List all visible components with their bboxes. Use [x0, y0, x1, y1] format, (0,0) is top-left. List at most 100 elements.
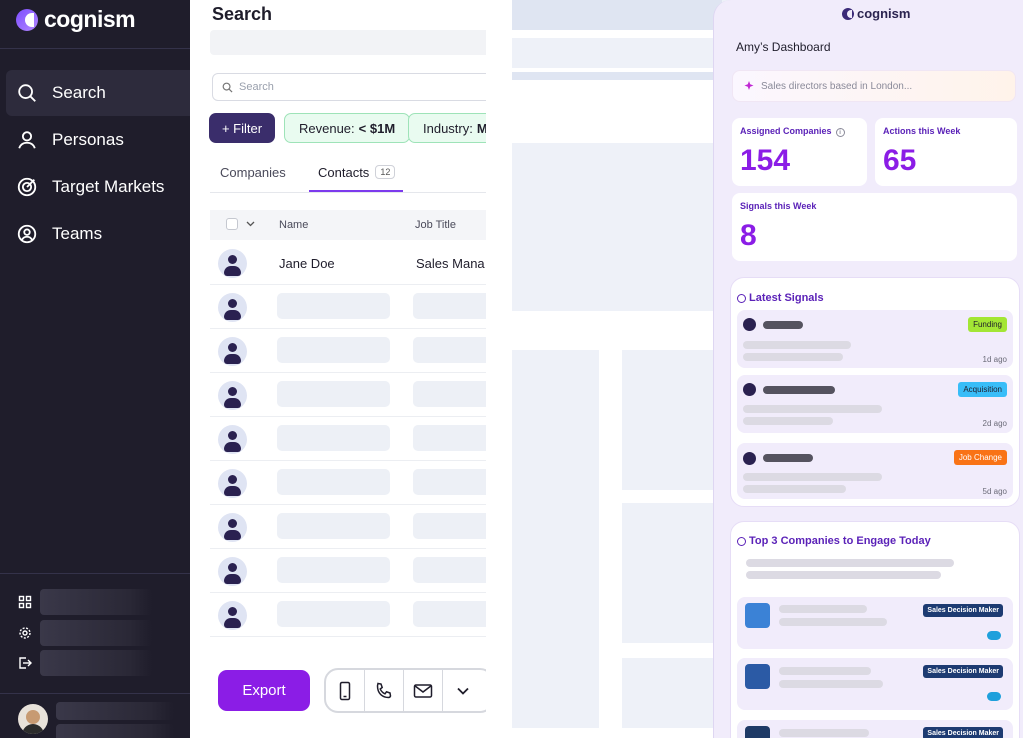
placeholder-bar: [743, 353, 843, 361]
placeholder-bar: [277, 337, 390, 363]
chip-label: Revenue:: [299, 120, 355, 136]
call-button[interactable]: [365, 670, 404, 711]
signal-card[interactable]: Job Change 5d ago: [737, 443, 1013, 499]
active-tab-indicator: [309, 190, 403, 192]
email-icon: [413, 683, 433, 698]
select-all-checkbox[interactable]: [226, 218, 238, 230]
brand-logo[interactable]: cognism: [16, 6, 136, 33]
column-header-name[interactable]: Name: [279, 219, 308, 231]
placeholder-bar: [743, 341, 851, 349]
assigned-companies-card[interactable]: Assigned Companies i 154: [732, 118, 867, 186]
actions-this-week-card[interactable]: Actions this Week 65: [875, 118, 1017, 186]
logout-icon: [19, 657, 32, 669]
contact-avatar-icon: [218, 337, 247, 366]
table-row[interactable]: [210, 285, 486, 329]
email-button[interactable]: [404, 670, 443, 711]
chevron-down-icon[interactable]: [246, 221, 255, 227]
table-row[interactable]: [210, 593, 486, 637]
stat-value: 65: [883, 144, 917, 177]
contact-name[interactable]: Jane Doe: [279, 256, 335, 271]
table-row[interactable]: [210, 549, 486, 593]
section-title: Top 3 Companies to Engage Today: [737, 535, 931, 547]
contact-job-title: Sales Mana: [416, 256, 485, 271]
tab-contacts[interactable]: Contacts 12: [318, 165, 396, 180]
more-actions-button[interactable]: [443, 670, 482, 711]
info-icon[interactable]: i: [835, 128, 845, 137]
stat-value: 8: [740, 219, 757, 252]
sidebar-item-search[interactable]: Search: [6, 70, 190, 116]
filter-chip-industry[interactable]: Industry: M: [408, 113, 486, 143]
salesforce-icon[interactable]: [987, 692, 1001, 701]
search-icon: [18, 84, 36, 102]
sidebar-item-label: Target Markets: [52, 177, 165, 196]
chip-label: Industry:: [423, 120, 473, 136]
dashboard-brand: cognism: [842, 6, 910, 21]
placeholder-bar: [277, 293, 390, 319]
placeholder-bar: [413, 513, 486, 539]
placeholder-bar: [779, 605, 867, 613]
column-header-job-title[interactable]: Job Title: [415, 219, 456, 231]
background-skeleton: [512, 72, 722, 80]
persona-tag: Sales Decision Maker: [923, 727, 1003, 738]
divider: [210, 192, 486, 193]
search-icon: [222, 82, 233, 93]
placeholder-bar: [743, 417, 833, 425]
placeholder-bar: [277, 469, 390, 495]
placeholder-bar: [413, 557, 486, 583]
sidebar-bottom-item[interactable]: [18, 589, 152, 615]
persona-tag: Sales Decision Maker: [923, 665, 1003, 678]
sidebar-bottom-item[interactable]: [18, 620, 152, 646]
chip-value: < $1M: [358, 120, 396, 136]
company-dot: [743, 383, 756, 396]
brand-name: cognism: [857, 6, 911, 21]
table-row[interactable]: [210, 329, 486, 373]
mobile-button[interactable]: [326, 670, 365, 711]
signal-card[interactable]: Funding 1d ago: [737, 310, 1013, 368]
placeholder-bar: [743, 473, 882, 481]
ai-search-input[interactable]: Sales directors based in London...: [732, 70, 1016, 102]
placeholder-bar: [277, 381, 390, 407]
stat-value: 154: [740, 144, 791, 177]
sidebar-item-target-markets[interactable]: Target Markets: [6, 164, 190, 210]
company-card[interactable]: Sales Decision Maker: [737, 720, 1013, 738]
tab-label: Contacts: [318, 165, 370, 180]
user-role-placeholder: [56, 724, 174, 738]
sidebar-bottom-item[interactable]: [18, 650, 152, 676]
table-row[interactable]: [210, 461, 486, 505]
sidebar-item-teams[interactable]: Teams: [6, 211, 190, 257]
export-button[interactable]: Export: [218, 670, 310, 711]
placeholder-bar: [413, 425, 486, 451]
salesforce-icon[interactable]: [987, 631, 1001, 640]
table-row[interactable]: [210, 373, 486, 417]
table-row[interactable]: [210, 417, 486, 461]
company-dot: [743, 452, 756, 465]
filter-chip-revenue[interactable]: Revenue: < $1M: [284, 113, 411, 143]
filter-button[interactable]: + Filter: [209, 113, 275, 143]
signals-this-week-card[interactable]: Signals this Week 8: [732, 193, 1017, 261]
brand-name: cognism: [44, 6, 136, 32]
placeholder-bar: [413, 337, 486, 363]
signal-time: 5d ago: [982, 487, 1007, 496]
contact-avatar-icon: [218, 601, 247, 630]
user-name-placeholder: [56, 702, 174, 720]
sidebar-item-personas[interactable]: Personas: [6, 117, 190, 163]
company-card[interactable]: Sales Decision Maker: [737, 658, 1013, 710]
background-skeleton: [512, 143, 722, 311]
search-input[interactable]: [239, 81, 439, 93]
company-card[interactable]: Sales Decision Maker: [737, 597, 1013, 649]
dashboard-panel: cognism Amy’s Dashboard Sales directors …: [713, 0, 1023, 738]
table-row[interactable]: Jane Doe Sales Mana: [210, 241, 486, 285]
page-title: Search: [212, 4, 273, 24]
search-input-wrapper[interactable]: [212, 73, 486, 101]
placeholder-bar: [779, 729, 869, 737]
sidebar: cognism Search Personas Target Markets T…: [0, 0, 190, 738]
company-logo: [745, 726, 770, 738]
divider: [0, 693, 190, 694]
background-skeleton: [512, 350, 599, 728]
signal-card[interactable]: Acquisition 2d ago: [737, 375, 1013, 433]
section-title-text: Top 3 Companies to Engage Today: [749, 535, 931, 547]
contact-avatar-icon: [218, 293, 247, 322]
avatar[interactable]: [18, 704, 48, 734]
table-row[interactable]: [210, 505, 486, 549]
tab-companies[interactable]: Companies: [220, 165, 286, 180]
